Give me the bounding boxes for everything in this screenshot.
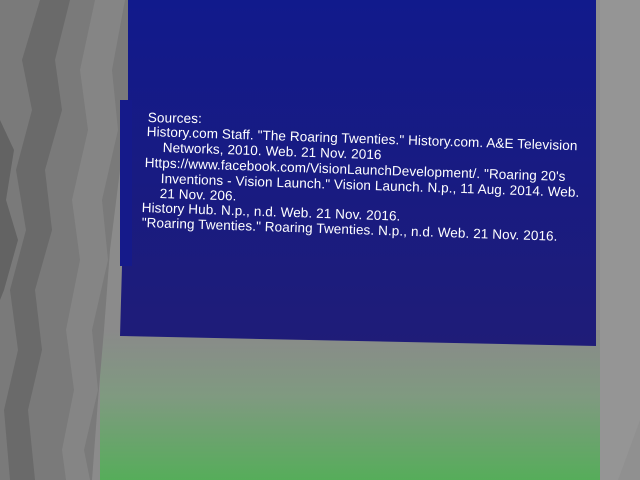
3d-scene: [0, 0, 640, 480]
right-wall-edge: [600, 0, 640, 480]
panel-left-strip: [120, 100, 132, 266]
floor: [100, 330, 600, 480]
sources-panel: [120, 0, 596, 346]
